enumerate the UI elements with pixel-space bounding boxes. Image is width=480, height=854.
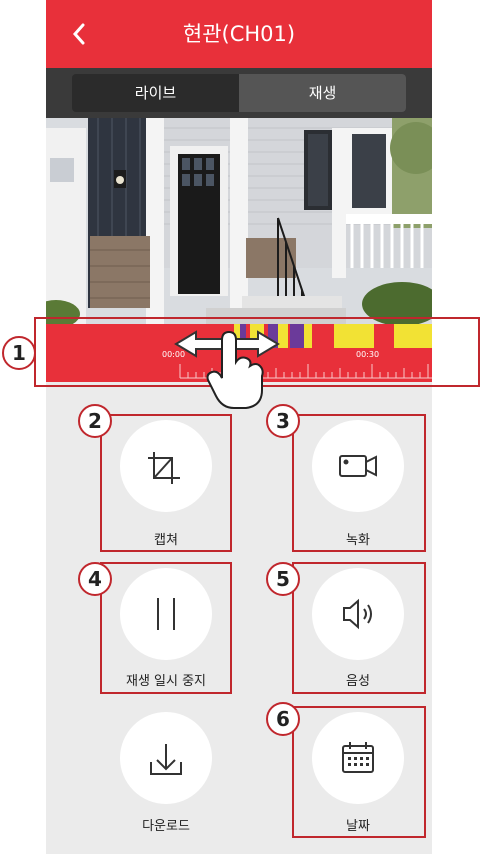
annotation-box-2	[100, 414, 232, 552]
annotation-box-5	[292, 562, 426, 694]
download-label: 다운로드	[142, 819, 190, 834]
annotation-number-4: 4	[78, 562, 112, 596]
annotation-number-2: 2	[78, 404, 112, 438]
tab-live[interactable]: 라이브	[72, 74, 239, 112]
annotation-box-6	[292, 706, 426, 838]
page-title: 현관(CH01)	[182, 22, 296, 46]
annotation-box-4	[100, 562, 232, 694]
tab-playback[interactable]: 재생	[239, 74, 406, 112]
header-bar: 현관(CH01)	[46, 0, 432, 68]
mode-tabs: 라이브 재생	[72, 74, 406, 112]
annotation-number-1: 1	[2, 336, 36, 370]
drag-gesture-icon	[174, 330, 280, 409]
annotation-number-6: 6	[266, 702, 300, 736]
annotation-number-5: 5	[266, 562, 300, 596]
video-player[interactable]	[46, 118, 432, 324]
annotation-box-3	[292, 414, 426, 552]
video-frame-image	[46, 118, 432, 324]
download-icon	[150, 744, 182, 775]
download-button[interactable]	[120, 712, 212, 804]
